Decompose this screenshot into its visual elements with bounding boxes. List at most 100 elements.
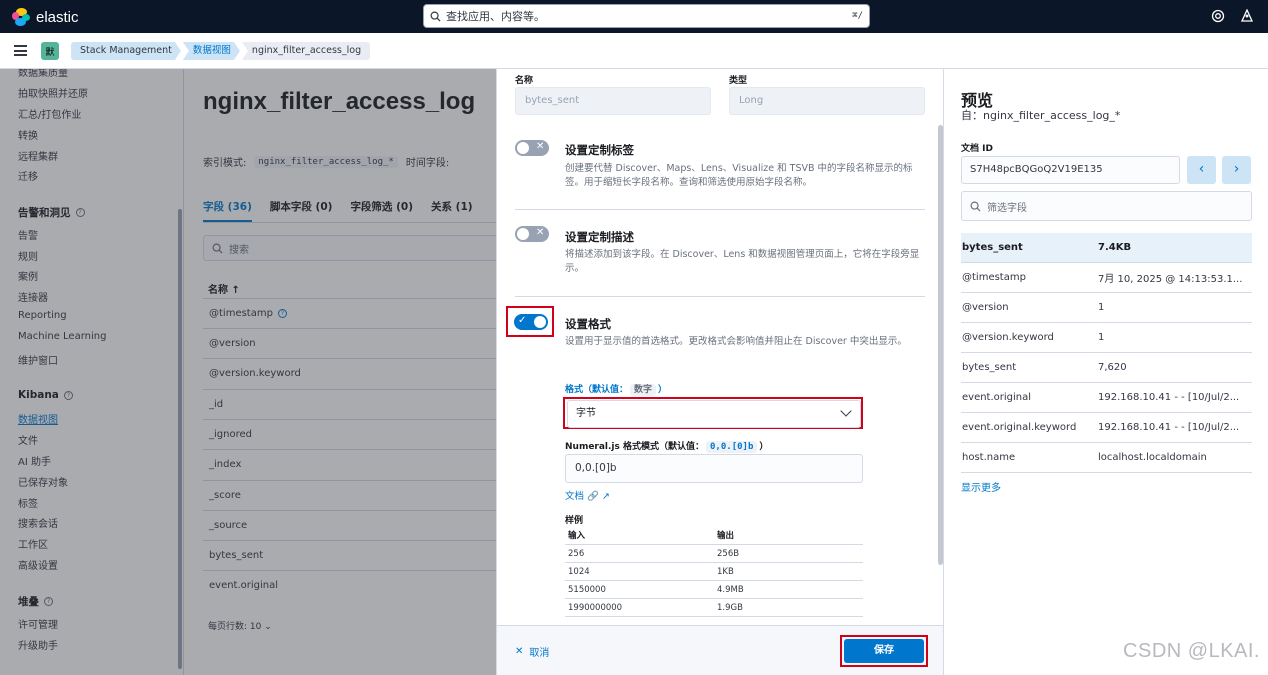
field-value: 1	[1098, 332, 1105, 343]
format-label-text: 格式（默认值：	[565, 385, 629, 395]
numeral-label: Numeral.js 格式模式（默认值： 0,0.[0]b）	[565, 439, 769, 453]
breadcrumb-data-views[interactable]: 数据视图	[183, 42, 240, 60]
search-icon	[430, 11, 441, 22]
sample-input: 256	[568, 549, 585, 559]
format-select-value: 字节	[576, 408, 596, 419]
field-value: 7月 10, 2025 @ 14:13:53.1...	[1098, 274, 1243, 285]
table-row: 1990000000 1.9GB	[565, 599, 863, 617]
column-header-output: 输出	[717, 531, 735, 541]
check-icon: ✓	[518, 315, 527, 326]
format-label-end: ）	[658, 385, 668, 395]
chevron-right-icon: ›	[1233, 161, 1240, 177]
toggle-knob	[517, 228, 529, 240]
chevron-down-icon	[840, 405, 852, 417]
filter-fields-input[interactable]: 筛选字段	[961, 191, 1252, 221]
numeral-label-end: ）	[759, 442, 769, 452]
search-icon	[970, 201, 981, 212]
preview-fields-table: bytes_sent 7.4KB @timestamp 7月 10, 2025 @ …	[961, 233, 1252, 473]
field-value: 7.4KB	[1098, 242, 1132, 253]
numeral-default-badge: 0,0.[0]b	[706, 441, 758, 453]
field-key: host.name	[962, 452, 1016, 463]
breadcrumb-bar: 默 Stack Management 数据视图 nginx_filter_acc…	[0, 33, 1268, 69]
table-row: bytes_sent 7,620	[961, 353, 1252, 383]
table-row: 5150000 4.9MB	[565, 581, 863, 599]
custom-label-toggle[interactable]: ✕	[515, 140, 549, 156]
chevron-left-icon: ‹	[1198, 161, 1205, 177]
field-value: 192.168.10.41 - - [10/Jul/2...	[1098, 392, 1240, 403]
custom-description-toggle[interactable]: ✕	[515, 226, 549, 242]
breadcrumb-stack-management[interactable]: Stack Management	[71, 42, 181, 60]
field-value: 1	[1098, 302, 1105, 313]
numeral-pattern-input[interactable]: 0,0.[0]b	[565, 454, 863, 483]
next-doc-button[interactable]: ›	[1222, 156, 1251, 184]
divider	[515, 296, 925, 297]
field-value: localhost.localdomain	[1098, 452, 1207, 463]
custom-description-description: 将描述添加到该字段。在 Discover、Lens 和数据视图管理页面上，它将在…	[565, 249, 920, 274]
overlay-mask[interactable]	[0, 69, 496, 675]
column-header-input: 输入	[568, 531, 586, 541]
table-row: bytes_sent 7.4KB	[961, 233, 1252, 263]
search-shortcut: ⌘/	[852, 11, 863, 21]
breadcrumb-current: nginx_filter_access_log	[241, 42, 371, 60]
field-key: bytes_sent	[962, 242, 1023, 253]
cancel-button[interactable]: ✕ 取消	[515, 644, 549, 659]
close-icon: ✕	[536, 227, 545, 238]
field-key: @timestamp	[962, 272, 1026, 283]
custom-description-title: 设置定制描述	[565, 230, 634, 244]
brand-name: elastic	[36, 8, 79, 26]
space-avatar[interactable]: 默	[41, 42, 59, 60]
table-row: event.original 192.168.10.41 - - [10/Jul/…	[961, 383, 1252, 413]
field-key: bytes_sent	[962, 362, 1017, 373]
global-search-placeholder: 查找应用、内容等。	[446, 10, 545, 23]
elastic-logo[interactable]: elastic	[12, 7, 79, 27]
set-format-toggle[interactable]: ✓	[514, 314, 548, 330]
table-row: 1024 1KB	[565, 563, 863, 581]
format-select[interactable]: 字节	[567, 400, 861, 428]
samples-table: 输入 输出 256 256B 1024 1KB 5150000 4.9MB 199000…	[565, 527, 863, 617]
menu-icon[interactable]	[14, 45, 27, 56]
user-menu-icon[interactable]	[1240, 9, 1254, 23]
sample-output: 1.9GB	[717, 603, 743, 613]
format-label: 格式（默认值： 数字）	[565, 382, 668, 396]
custom-label-title: 设置定制标签	[565, 143, 634, 157]
previous-doc-button[interactable]: ‹	[1187, 156, 1216, 184]
cancel-label: 取消	[529, 648, 550, 659]
sample-input: 5150000	[568, 585, 606, 595]
global-search-input[interactable]: 查找应用、内容等。 ⌘/	[423, 4, 870, 28]
sample-output: 1KB	[717, 567, 734, 577]
field-value: 192.168.10.41 - - [10/Jul/2...	[1098, 422, 1240, 433]
type-label: 类型	[729, 76, 748, 86]
set-format-title: 设置格式	[565, 317, 611, 331]
close-icon: ✕	[536, 141, 545, 152]
table-row: event.original.keyword 192.168.10.41 - - …	[961, 413, 1252, 443]
breadcrumb: Stack Management 数据视图 nginx_filter_acces…	[71, 42, 372, 60]
show-more-link[interactable]: 显示更多	[961, 479, 1001, 494]
external-link-icon: ↗	[601, 491, 610, 502]
divider	[515, 209, 925, 210]
save-button[interactable]: 保存	[844, 639, 924, 663]
toggle-knob	[517, 142, 529, 154]
toggle-knob	[534, 316, 546, 328]
sample-input: 1024	[568, 567, 590, 577]
doc-link-label: 文档	[565, 491, 585, 502]
table-row: host.name localhost.localdomain	[961, 443, 1252, 473]
custom-label-description: 创建要代替 Discover、Maps、Lens、Visualize 和 TSV…	[565, 163, 913, 188]
sample-output: 256B	[717, 549, 740, 559]
doc-id-input[interactable]: S7H48pcBQGoQ2V19E135	[961, 156, 1180, 184]
flyout-footer: ✕ 取消 保存	[497, 625, 943, 675]
preview-panel: 预览 自：nginx_filter_access_log_* 文档 ID S7H…	[943, 69, 1268, 675]
set-format-description: 设置用于显示值的首选格式。更改格式会影响值并阻止在 Discover 中突出显示…	[565, 336, 907, 347]
type-field: Long	[729, 87, 925, 115]
table-row: @version 1	[961, 293, 1252, 323]
table-header-row: 输入 输出	[565, 527, 863, 545]
samples-title: 样例	[565, 516, 584, 526]
name-field: bytes_sent	[515, 87, 711, 115]
field-editor-flyout: 名称 bytes_sent 类型 Long ✕ 设置定制标签 创建要代替 Dis…	[496, 69, 943, 675]
field-value: 7,620	[1098, 362, 1127, 373]
documentation-link[interactable]: 文档 🔗 ↗	[565, 488, 610, 502]
sample-input: 1990000000	[568, 603, 623, 613]
table-row: @version.keyword 1	[961, 323, 1252, 353]
help-icon[interactable]	[1211, 9, 1225, 23]
field-key: event.original	[962, 392, 1032, 403]
filter-fields-placeholder: 筛选字段	[987, 202, 1027, 214]
